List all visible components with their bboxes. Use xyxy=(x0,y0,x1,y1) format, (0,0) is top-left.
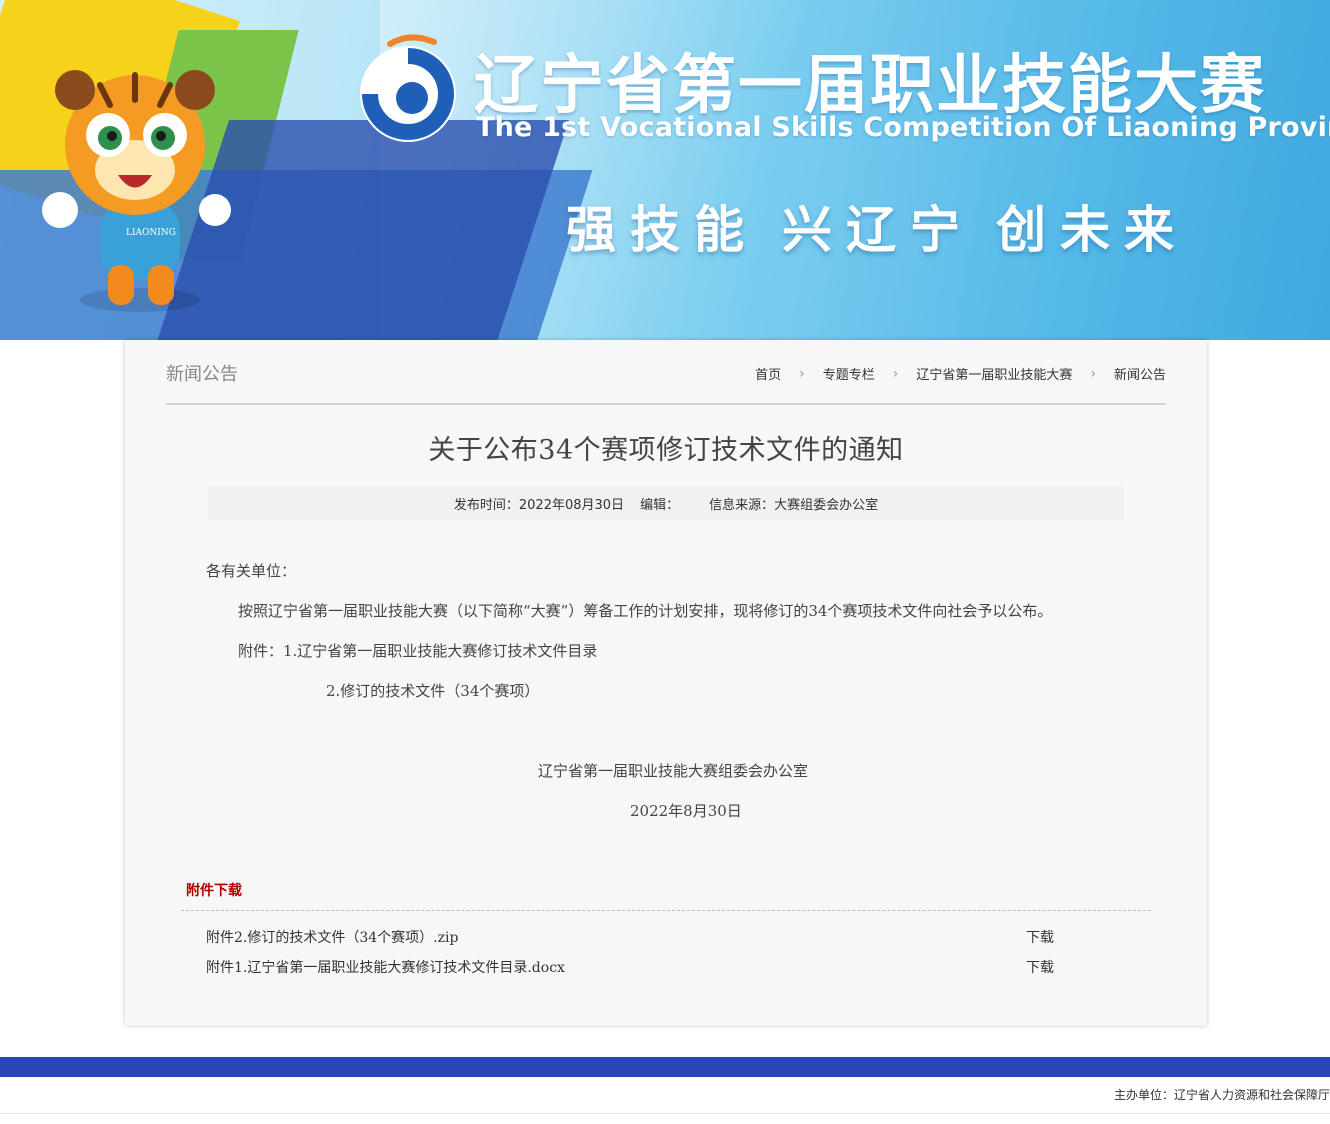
attachment-file-link[interactable]: 附件2.修订的技术文件（34个赛项）.zip xyxy=(206,927,458,947)
tiger-mascot-illustration: LIAONING xyxy=(42,70,231,312)
article-card: 新闻公告 首页 › 专题专栏 › 辽宁省第一届职业技能大赛 › 新闻公告 关于公… xyxy=(125,340,1207,1026)
breadcrumb-topics-link[interactable]: 专题专栏 xyxy=(823,364,875,383)
mascot-shirt-text: LIAONING xyxy=(126,228,176,238)
slogan-part: 兴辽宁 xyxy=(782,201,974,259)
attachment-file-link[interactable]: 附件1.辽宁省第一届职业技能大赛修订技术文件目录.docx xyxy=(206,957,565,977)
attachment-line-1: 附件：1.辽宁省第一届职业技能大赛修订技术文件目录 xyxy=(238,642,598,660)
footer-divider xyxy=(0,1113,1330,1114)
footer-sponsor: 主办单位：辽宁省人力资源和社会保障厅 xyxy=(1113,1088,1330,1102)
section-title: 新闻公告 xyxy=(166,364,238,385)
article-paragraph: 按照辽宁省第一届职业技能大赛（以下简称“大赛”）筹备工作的计划安排，现将修订的3… xyxy=(238,602,1053,620)
download-link[interactable]: 下载 xyxy=(1026,927,1054,947)
publish-time: 发布时间：2022年08月30日 xyxy=(453,497,625,513)
download-link[interactable]: 下载 xyxy=(1026,957,1054,977)
competition-logo xyxy=(360,34,456,142)
salutation: 各有关单位： xyxy=(206,562,297,580)
attachment-line-2: 2.修订的技术文件（34个赛项） xyxy=(326,682,540,700)
header-banner: LIAONING 辽宁省第一届职业技能大赛 The 1st Vocational… xyxy=(0,0,1330,340)
signature-date: 2022年8月30日 xyxy=(630,802,742,820)
article-meta: 发布时间：2022年08月30日 编辑： 信息来源：大赛组委会办公室 xyxy=(208,486,1124,520)
breadcrumb-home-link[interactable]: 首页 xyxy=(755,364,781,383)
article-title: 关于公布34个赛项修订技术文件的通知 xyxy=(428,435,904,466)
chevron-right-icon: › xyxy=(799,365,805,382)
banner-subtitle: The 1st Vocational Skills Competition Of… xyxy=(476,112,1330,143)
signature: 辽宁省第一届职业技能大赛组委会办公室 xyxy=(538,762,809,780)
header-divider xyxy=(166,403,1166,405)
slogan-part: 强技能 xyxy=(566,201,758,259)
chevron-right-icon: › xyxy=(892,365,899,382)
attachment-row: 附件1.辽宁省第一届职业技能大赛修订技术文件目录.docx 下载 xyxy=(206,957,1054,977)
attachment-divider xyxy=(181,910,1151,911)
breadcrumb-competition-link[interactable]: 辽宁省第一届职业技能大赛 xyxy=(916,364,1072,383)
editor-label: 编辑： xyxy=(640,497,680,513)
attachment-row: 附件2.修订的技术文件（34个赛项）.zip 下载 xyxy=(206,927,1054,947)
breadcrumb-news-link[interactable]: 新闻公告 xyxy=(1114,364,1166,383)
attachment-download-heading: 附件下载 xyxy=(186,883,242,899)
breadcrumb: 首页 › 专题专栏 › 辽宁省第一届职业技能大赛 › 新闻公告 xyxy=(755,364,1166,384)
slogan-part: 创未来 xyxy=(996,201,1188,259)
chevron-right-icon: › xyxy=(1090,365,1096,382)
info-source: 信息来源：大赛组委会办公室 xyxy=(709,497,879,513)
footer-bar xyxy=(0,1057,1330,1077)
